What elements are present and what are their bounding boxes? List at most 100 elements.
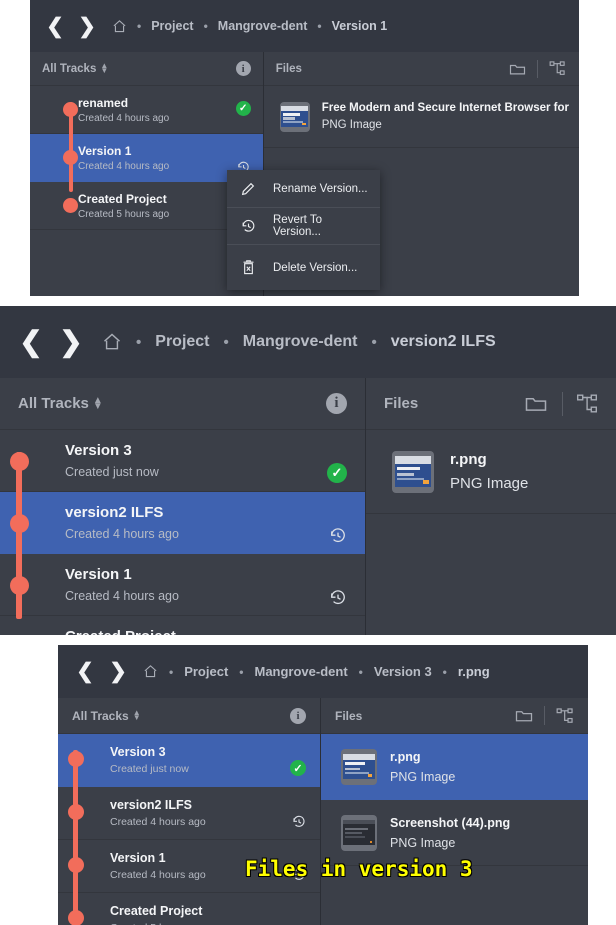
info-icon[interactable]: i [326, 393, 347, 414]
breadcrumb-crumb-version[interactable]: Version 1 [332, 19, 388, 33]
version-node-dot [68, 804, 84, 820]
chevron-left-icon[interactable]: ❮ [74, 661, 96, 682]
track-row[interactable]: Version 3 Created just now ✓ [0, 430, 365, 492]
file-meta: Free Modern and Secure Internet Browser … [322, 102, 569, 131]
files-column: Files [320, 698, 588, 925]
breadcrumb-bar: ❮ ❯ • Project • Mangrove-dent • Version … [30, 0, 579, 52]
file-thumbnail [341, 814, 377, 851]
header-divider [537, 59, 538, 78]
context-menu-item-rename-version[interactable]: Rename Version... [227, 170, 380, 208]
tree-view-icon[interactable] [545, 61, 569, 76]
breadcrumb-separator: • [223, 333, 229, 351]
pencil-icon [237, 181, 259, 197]
row-status[interactable]: ✓ [327, 463, 347, 483]
row-status[interactable]: ✓ [235, 101, 251, 116]
tree-view-icon[interactable] [552, 707, 577, 724]
breadcrumb-crumb-project-name[interactable]: Mangrove-dent [218, 19, 308, 33]
breadcrumb-crumb-project-name[interactable]: Mangrove-dent [254, 664, 347, 679]
home-icon[interactable] [143, 664, 158, 679]
chevron-left-icon[interactable]: ❮ [44, 16, 66, 37]
track-row[interactable]: Created Project Created 5 hours ago [0, 616, 365, 635]
context-menu-item-revert-to-version[interactable]: Revert To Version... [227, 208, 380, 245]
all-tracks-label[interactable]: All Tracks ▲ ▼ [72, 708, 141, 723]
file-row[interactable]: Free Modern and Secure Internet Browser … [263, 86, 579, 148]
trash-icon [237, 259, 259, 276]
breadcrumb-bar: ❮ ❯ • Project • Mangrove-dent • Version … [58, 645, 588, 698]
files-header-actions [504, 59, 569, 78]
thumbnail-image [394, 456, 432, 487]
breadcrumb-crumb-version[interactable]: Version 3 [374, 664, 432, 679]
sort-caret-icon[interactable]: ▲ ▼ [93, 396, 103, 411]
panel-body: All Tracks ▲ ▼ i Version 3 Created just n… [58, 698, 588, 925]
row-status[interactable]: ✓ [290, 760, 306, 776]
breadcrumb-separator: • [371, 333, 377, 351]
track-row[interactable]: renamed Created 4 hours ago ✓ [30, 86, 263, 134]
breadcrumb-crumb-project-name[interactable]: Mangrove-dent [243, 333, 358, 351]
sort-caret-icon[interactable]: ▲ ▼ [100, 61, 108, 74]
home-icon[interactable] [102, 332, 122, 352]
all-tracks-text: All Tracks [42, 62, 97, 75]
track-subtitle: Created 4 hours ago [65, 589, 179, 603]
chevron-right-icon[interactable]: ❯ [76, 16, 98, 37]
breadcrumb-separator: • [239, 664, 244, 679]
info-icon-glyph: i [334, 395, 339, 411]
files-header-actions [510, 706, 577, 725]
info-icon[interactable]: i [235, 61, 251, 76]
file-meta: Screenshot (44).png PNG Image [390, 816, 510, 850]
file-meta: r.png PNG Image [390, 750, 455, 784]
all-tracks-label[interactable]: All Tracks ▲ ▼ [18, 395, 103, 412]
thumbnail-image [343, 753, 375, 780]
version-node-dot [10, 576, 29, 595]
folder-icon[interactable] [504, 62, 530, 76]
track-row[interactable]: version2 ILFS Created 4 hours ago [0, 492, 365, 554]
track-subtitle: Created just now [110, 763, 189, 775]
home-icon[interactable] [112, 19, 127, 34]
file-row[interactable]: r.png PNG Image [366, 430, 616, 514]
version-node-dot [68, 751, 84, 767]
header-divider [544, 706, 545, 725]
current-version-check-icon: ✓ [327, 463, 347, 483]
track-title: Created Project [110, 904, 203, 918]
breadcrumb-crumb-file[interactable]: r.png [458, 664, 490, 679]
revert-to-version-icon[interactable] [291, 814, 307, 830]
track-row[interactable]: Created Project Created 5 hours ago [58, 893, 320, 925]
version-node-dot [68, 910, 84, 925]
info-icon-glyph: i [241, 62, 245, 75]
version-history-panel-2: ❮ ❯ • Project • Mangrove-dent • version2… [0, 306, 616, 635]
folder-icon[interactable] [519, 394, 553, 413]
track-row[interactable]: Version 3 Created just now ✓ [58, 734, 320, 787]
all-tracks-label[interactable]: All Tracks ▲ ▼ [42, 61, 108, 75]
revert-to-version-icon[interactable] [328, 526, 348, 546]
thumbnail-image [281, 105, 308, 128]
file-thumbnail [341, 748, 377, 785]
breadcrumb-crumb-version[interactable]: version2 ILFS [391, 333, 496, 351]
breadcrumb-crumb-project[interactable]: Project [155, 333, 209, 351]
sort-caret-icon[interactable]: ▲ ▼ [133, 708, 141, 721]
chevron-right-icon[interactable]: ❯ [107, 661, 129, 682]
track-title: Created Project [65, 628, 347, 635]
track-subtitle: Created 4 hours ago [78, 112, 170, 124]
track-row[interactable]: Version 1 Created 4 hours ago [0, 554, 365, 616]
info-icon[interactable]: i [290, 707, 306, 724]
breadcrumb-crumb-project[interactable]: Project [184, 664, 228, 679]
breadcrumb-crumb-project[interactable]: Project [151, 19, 193, 33]
files-label: Files [384, 395, 419, 412]
revert-to-version-icon[interactable] [328, 588, 348, 608]
current-version-check-icon: ✓ [290, 760, 306, 776]
breadcrumb-separator: • [169, 664, 174, 679]
thumbnail-image [343, 819, 375, 846]
file-row[interactable]: r.png PNG Image [321, 734, 588, 800]
track-subtitle: Created 4 hours ago [65, 527, 179, 541]
tree-view-icon[interactable] [572, 394, 602, 414]
track-row[interactable]: version2 ILFS Created 4 hours ago [58, 787, 320, 840]
track-subtitle: Created 4 hours ago [110, 816, 206, 828]
folder-icon[interactable] [510, 708, 537, 723]
track-title: Version 3 [65, 442, 132, 459]
track-title: version2 ILFS [110, 798, 192, 812]
context-menu-item-delete-version[interactable]: Delete Version... [227, 245, 380, 290]
all-tracks-text: All Tracks [72, 708, 129, 723]
chevron-right-icon[interactable]: ❯ [58, 328, 84, 356]
breadcrumb-separator: • [136, 333, 142, 351]
version-node-dot [10, 514, 29, 533]
chevron-left-icon[interactable]: ❮ [18, 328, 44, 356]
